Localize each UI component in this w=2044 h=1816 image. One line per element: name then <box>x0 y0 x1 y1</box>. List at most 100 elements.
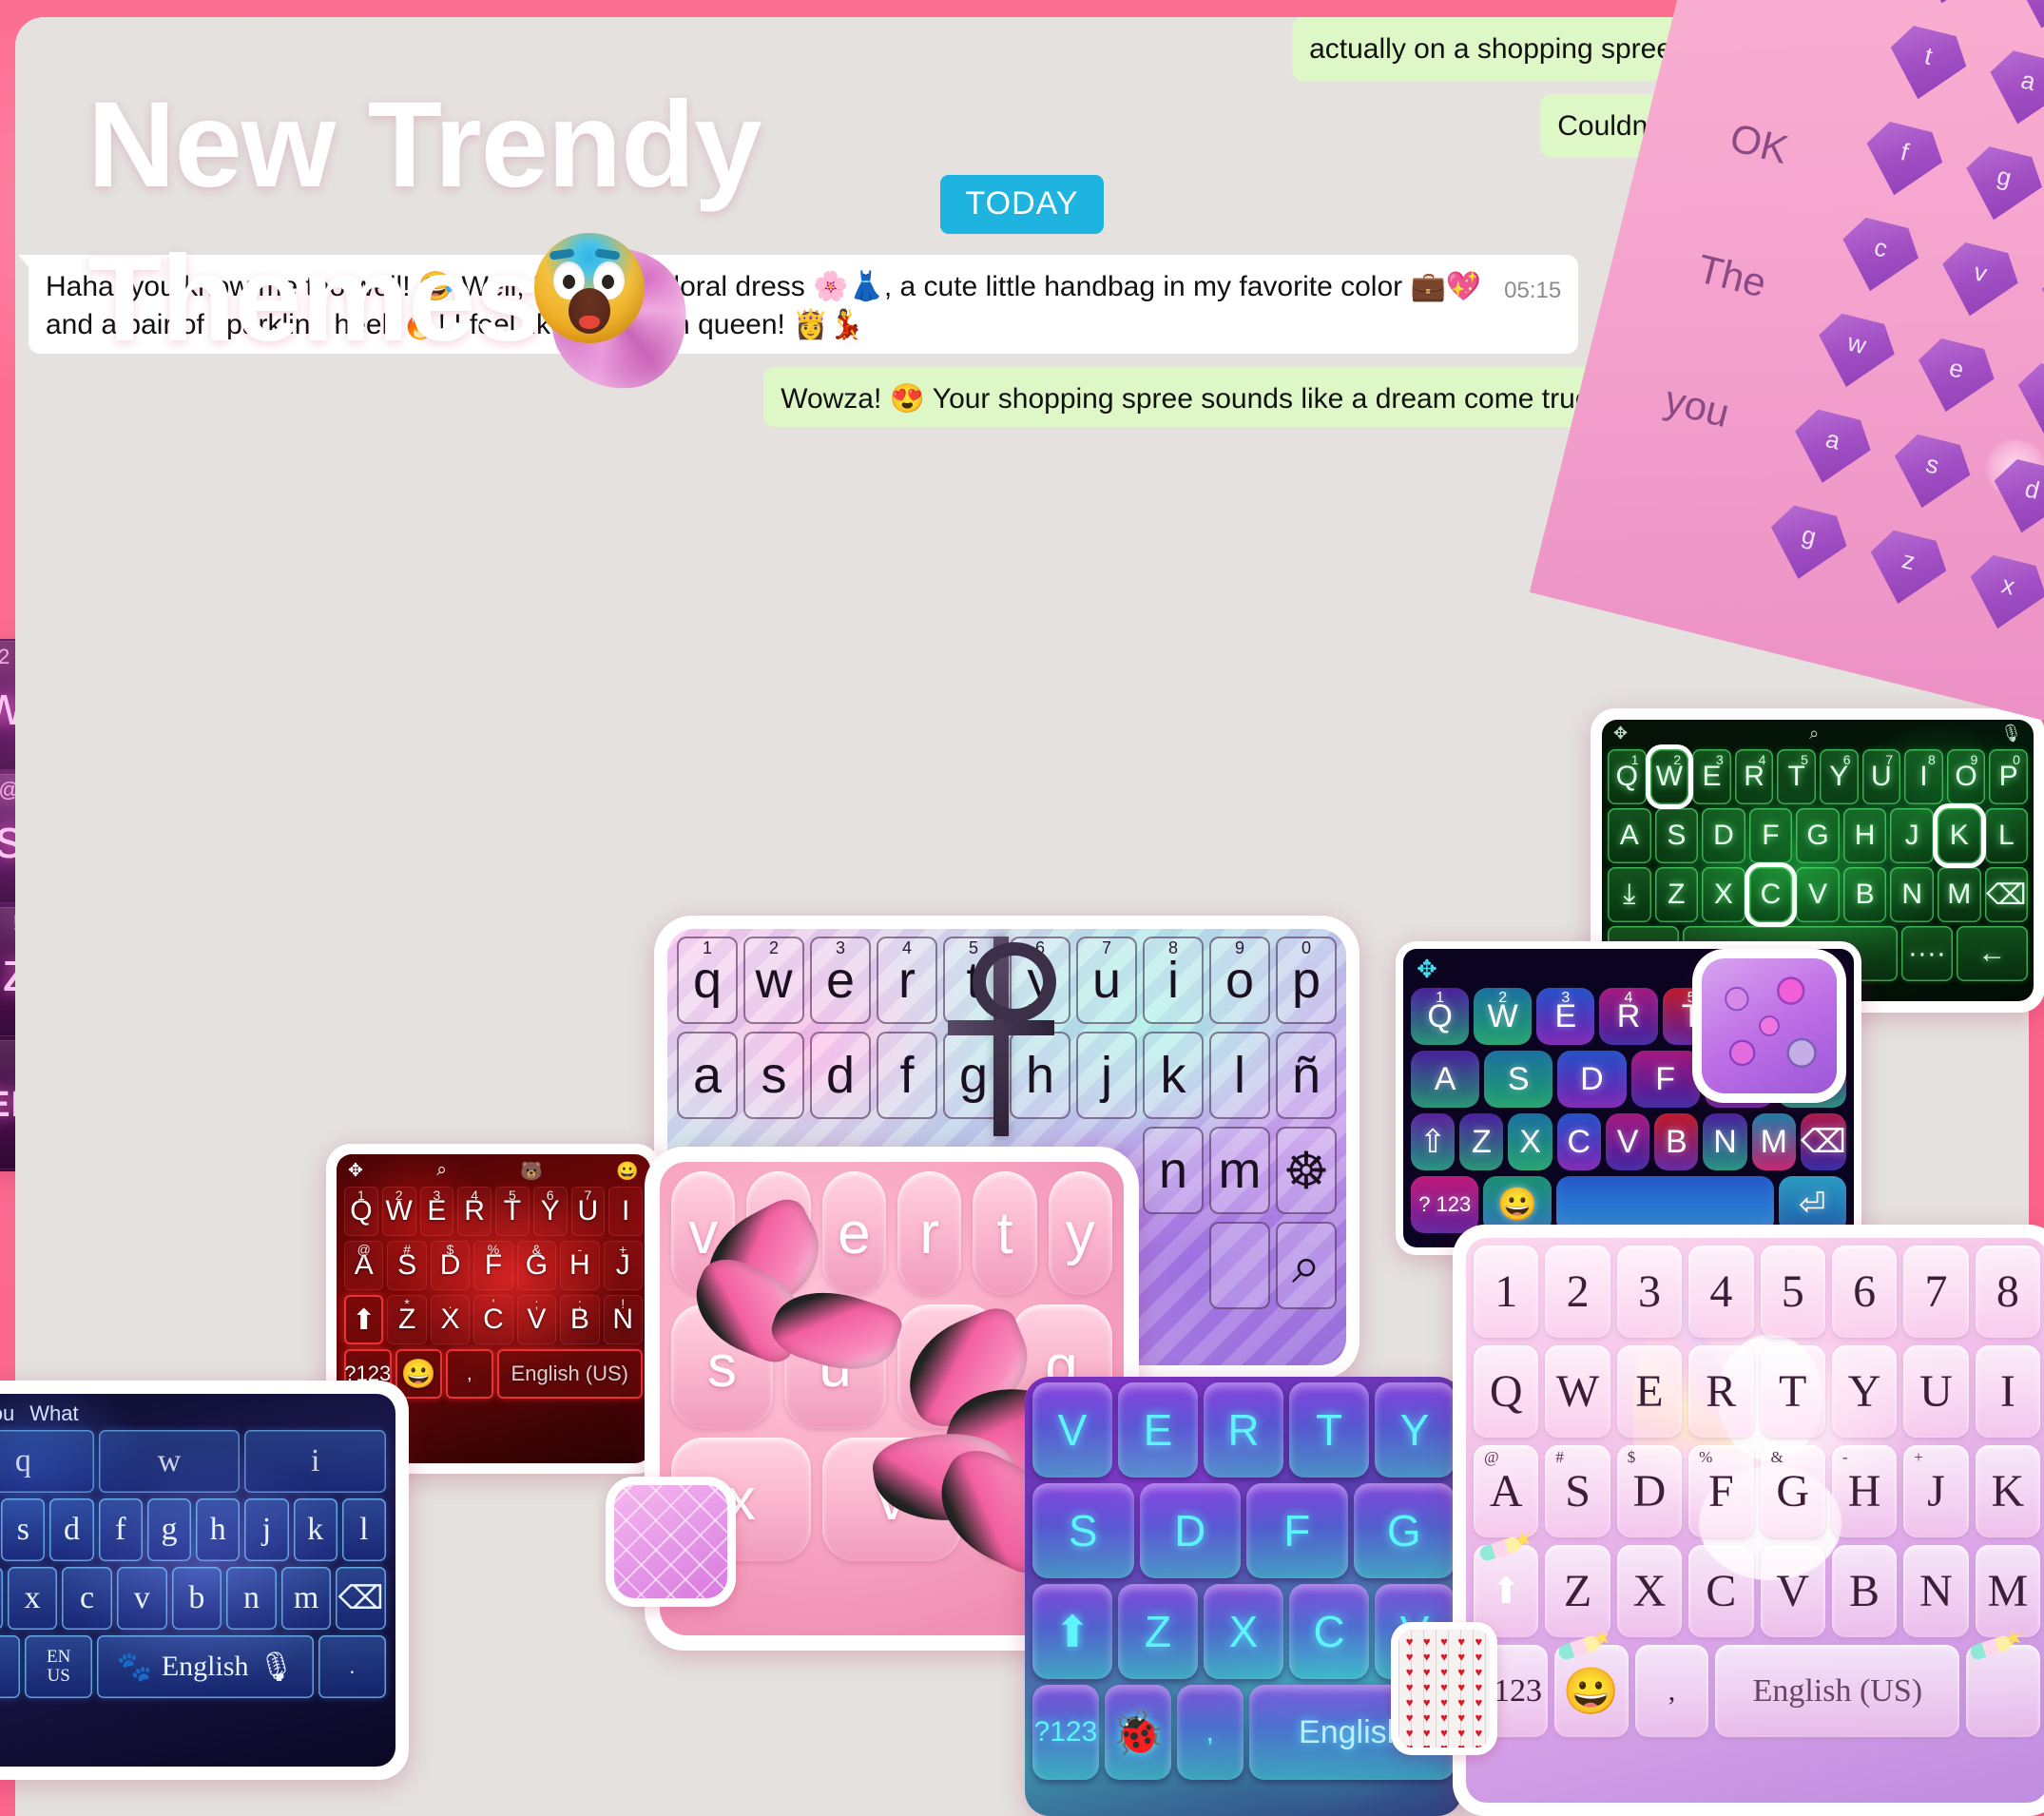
download-icon[interactable]: ⤓ <box>1608 867 1651 922</box>
galaxy-key-G[interactable]: G <box>1353 1483 1455 1578</box>
backspace-icon[interactable]: ⌫ <box>1984 867 2029 922</box>
red-key-N[interactable]: ! N <box>603 1295 643 1344</box>
green-key-U[interactable]: 7U <box>1861 749 1901 804</box>
rainbow-key-N[interactable]: N <box>1703 1113 1747 1170</box>
gem-key[interactable]: a <box>1979 47 2044 134</box>
gem-key[interactable]: g <box>1761 501 1853 589</box>
theme-tile-rose-swirl[interactable] <box>1692 949 1846 1103</box>
green-key-O[interactable]: 9O <box>1946 749 1986 804</box>
unicorn-comma-key[interactable]: , <box>1634 1645 1709 1737</box>
unicorn-key-x[interactable]: X <box>1616 1545 1683 1637</box>
galaxy-key-z[interactable]: Z <box>1118 1584 1198 1679</box>
red-key-W[interactable]: 2W <box>381 1187 416 1236</box>
red-key-Z[interactable]: * Z <box>387 1295 427 1344</box>
galaxy-key-V[interactable]: V <box>1032 1382 1112 1478</box>
mic-icon[interactable]: 🎙 <box>2000 724 2022 744</box>
gem-key[interactable]: q <box>1904 0 1996 12</box>
keyboard-preview-galaxy-wolf[interactable]: I You What q w i asdfghjkl zx c v b nm ⌫ , EN U… <box>0 1381 409 1780</box>
green-key-Q[interactable]: 1Q <box>1608 749 1647 804</box>
wolf-key-w[interactable]: w <box>98 1430 241 1493</box>
pastel-key-a[interactable]: a <box>677 1032 738 1119</box>
gem-key[interactable]: f <box>1856 117 1948 204</box>
pastel-key-k[interactable]: k <box>1143 1032 1204 1119</box>
unicorn-key-U[interactable]: U <box>1903 1345 1969 1438</box>
red-comma-key[interactable]: , <box>446 1349 493 1399</box>
pastel-key-e[interactable]: 3e <box>810 937 871 1024</box>
green-key-D[interactable]: D <box>1702 808 1745 863</box>
red-toolbar[interactable]: ✥ ⌕ 🐻 😀 <box>337 1154 650 1187</box>
wolf-suggestion-1[interactable]: You <box>0 1401 14 1426</box>
wolf-key-h[interactable]: h <box>196 1498 241 1561</box>
wolf-key-s[interactable]: s <box>1 1498 46 1561</box>
unicorn-key-Q[interactable]: Q <box>1474 1345 1539 1438</box>
red-key-V[interactable]: ; V <box>516 1295 557 1344</box>
unicorn-key-n[interactable]: N <box>1903 1545 1969 1637</box>
green-key-B[interactable]: B <box>1842 867 1887 922</box>
butterfly-key-v[interactable]: v <box>671 1171 736 1295</box>
pastel-key-u[interactable]: 7u <box>1076 937 1137 1024</box>
unicorn-num-7[interactable]: 7 <box>1903 1246 1969 1338</box>
gem-key[interactable]: v <box>1932 239 2024 326</box>
pastel-key-l[interactable]: l <box>1209 1032 1270 1119</box>
pastel-key-ñ[interactable]: ñ <box>1276 1032 1337 1119</box>
gem-key[interactable]: z <box>1861 526 1953 613</box>
pastel-key-i[interactable]: 8i <box>1143 937 1204 1024</box>
red-key-J[interactable]: + J <box>603 1241 643 1290</box>
unicorn-space-key[interactable]: English (US) <box>1715 1645 1960 1737</box>
red-key-S[interactable]: # S <box>387 1241 427 1290</box>
pastel-key-n[interactable]: n <box>1143 1127 1204 1214</box>
rainbow-key-F[interactable]: F <box>1630 1051 1700 1108</box>
pastel-key-s[interactable]: s <box>743 1032 804 1119</box>
pastel-key-q[interactable]: 1q <box>677 937 738 1024</box>
unicorn-num-5[interactable]: 5 <box>1760 1246 1825 1338</box>
wolf-key-q[interactable]: q <box>0 1430 94 1493</box>
galaxy-key-c[interactable]: C <box>1289 1584 1369 1679</box>
red-key-I[interactable]: I <box>608 1187 643 1236</box>
gem-key[interactable]: a <box>1784 405 1877 493</box>
unicorn-key-K[interactable]: K <box>1975 1445 2040 1537</box>
wolf-key-z[interactable]: z <box>0 1567 3 1630</box>
unicorn-key-W[interactable]: W <box>1545 1345 1610 1438</box>
green-key-Y[interactable]: 6Y <box>1819 749 1859 804</box>
green-key-W[interactable]: 2W <box>1649 749 1689 804</box>
wolf-key-i[interactable]: i <box>244 1430 387 1493</box>
rainbow-key-B[interactable]: B <box>1654 1113 1699 1170</box>
unicorn-key-F[interactable]: % F <box>1688 1445 1754 1537</box>
green-key-P[interactable]: 0P <box>1989 749 2028 804</box>
wolf-key-c[interactable]: c <box>62 1567 112 1630</box>
unicorn-key-v[interactable]: V <box>1760 1545 1825 1637</box>
gem-key[interactable]: w <box>2004 0 2044 37</box>
unicorn-num-3[interactable]: 3 <box>1616 1246 1683 1338</box>
unicorn-key-E[interactable]: E <box>1616 1345 1683 1438</box>
galaxy-shift-key[interactable]: ⬆ <box>1032 1584 1112 1679</box>
gem-key[interactable]: s <box>1884 430 1977 517</box>
green-key-N[interactable]: N <box>1890 867 1934 922</box>
galaxy-key-E[interactable]: E <box>1118 1382 1198 1478</box>
galaxy-key-Y[interactable]: Y <box>1375 1382 1455 1478</box>
butterfly-key-e[interactable]: e <box>821 1171 886 1295</box>
green-key-L[interactable]: L <box>1984 808 2029 863</box>
red-key-D[interactable]: $ D <box>430 1241 471 1290</box>
unicorn-key-H[interactable]: -H <box>1831 1445 1898 1537</box>
unicorn-num-2[interactable]: 2 <box>1545 1246 1610 1338</box>
theme-icon[interactable]: ✥ <box>1613 724 1628 744</box>
pastel-key-m[interactable]: m <box>1209 1127 1270 1214</box>
wolf-space-key[interactable]: 🐾 English 🎙 <box>97 1635 314 1698</box>
rainbow-symbols-key[interactable]: ? 123 <box>1411 1176 1479 1233</box>
theme-tile-heart-pattern[interactable]: ♥♥♥♥♥♥♥♥♥♥♥♥♥♥♥♥♥♥♥♥♥♥♥♥♥♥♥♥♥♥♥♥♥♥♥♥♥♥♥♥… <box>1391 1622 1497 1755</box>
red-key-B[interactable]: ; B <box>560 1295 600 1344</box>
wheel-icon[interactable]: ☸ <box>1276 1127 1337 1214</box>
pastel-key-f[interactable]: f <box>877 1032 937 1119</box>
unicorn-key-b[interactable]: B <box>1831 1545 1898 1637</box>
red-key-G[interactable]: & G <box>516 1241 557 1290</box>
unicorn-key-J[interactable]: + J <box>1903 1445 1969 1537</box>
wolf-key-d[interactable]: d <box>49 1498 94 1561</box>
gem-key[interactable]: e <box>1908 334 2000 421</box>
butterfly-key-w[interactable]: w <box>746 1171 811 1295</box>
galaxy-comma-key[interactable]: , <box>1176 1685 1244 1780</box>
butterfly-key-y[interactable]: y <box>1048 1171 1112 1295</box>
galaxy-key-F[interactable]: F <box>1246 1483 1348 1578</box>
wolf-key-f[interactable]: f <box>98 1498 143 1561</box>
keyboard-preview-galaxy-fairy[interactable]: VERTY SDFG ⬆ Z X C V ?123 🐞 , English <box>1025 1377 1462 1816</box>
wolf-key-k[interactable]: k <box>293 1498 337 1561</box>
